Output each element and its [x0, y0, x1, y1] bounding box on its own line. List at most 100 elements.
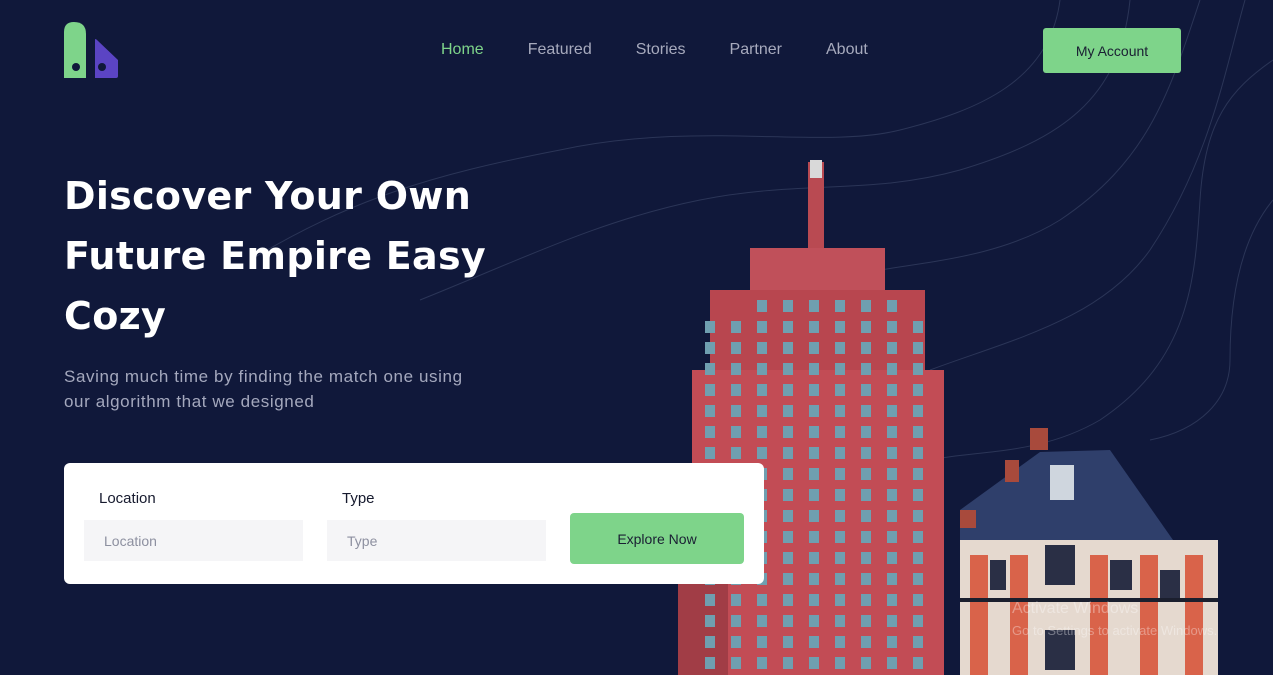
tower-window — [913, 531, 923, 543]
tower-window — [731, 384, 741, 396]
tower-window — [887, 447, 897, 459]
tower-window — [861, 636, 871, 648]
tower-window — [835, 384, 845, 396]
tower-window — [835, 363, 845, 375]
tower-window — [783, 405, 793, 417]
nav-partner[interactable]: Partner — [730, 40, 782, 60]
landing-page: Home Featured Stories Partner About My A… — [0, 0, 1273, 675]
tower-window — [809, 510, 819, 522]
hero-title: Discover Your Own Future Empire Easy Coz… — [64, 166, 524, 346]
my-account-button[interactable]: My Account — [1043, 28, 1181, 73]
nav-about[interactable]: About — [826, 40, 868, 60]
hero-title-line-1: Discover Your Own — [64, 174, 472, 218]
tower-window — [835, 573, 845, 585]
tower-window — [861, 594, 871, 606]
tower-window — [731, 636, 741, 648]
tower-window — [757, 636, 767, 648]
tower-window — [835, 636, 845, 648]
tower-window — [913, 657, 923, 669]
tower-window — [731, 594, 741, 606]
explore-now-button[interactable]: Explore Now — [570, 513, 744, 564]
tower-window — [783, 552, 793, 564]
tower-window — [705, 363, 715, 375]
tower-window — [861, 573, 871, 585]
tower-window — [783, 426, 793, 438]
tower-window — [861, 468, 871, 480]
tower-window — [705, 636, 715, 648]
tower-window — [809, 300, 819, 312]
tower-window — [809, 426, 819, 438]
main-nav: Home Featured Stories Partner About — [441, 40, 912, 60]
tower-window — [809, 384, 819, 396]
tower-window — [913, 426, 923, 438]
tower-window — [835, 510, 845, 522]
tower-window — [783, 615, 793, 627]
tower-window — [861, 300, 871, 312]
tower-window — [783, 300, 793, 312]
tower-window — [705, 657, 715, 669]
tower-window — [705, 447, 715, 459]
tower-window — [913, 363, 923, 375]
tower-window — [731, 363, 741, 375]
tower-window — [835, 615, 845, 627]
tower-window — [757, 657, 767, 669]
tower-window — [783, 573, 793, 585]
tower-window — [809, 447, 819, 459]
tower-window — [887, 405, 897, 417]
tower-window — [809, 531, 819, 543]
tower-window — [809, 636, 819, 648]
tower-window — [731, 615, 741, 627]
tower-window — [757, 300, 767, 312]
tower-window — [705, 594, 715, 606]
location-label: Location — [99, 490, 156, 507]
tower-window — [887, 468, 897, 480]
hero-subtitle-line-1: Saving much time by finding the match on… — [64, 367, 463, 386]
tower-window — [887, 489, 897, 501]
tower-window — [705, 405, 715, 417]
tower-window — [887, 594, 897, 606]
tower-window — [887, 300, 897, 312]
tower-window — [757, 426, 767, 438]
watermark-line-1: Activate Windows — [1012, 600, 1139, 617]
tower-window — [783, 489, 793, 501]
tower-window — [835, 594, 845, 606]
tower-window — [913, 636, 923, 648]
tower-window — [887, 363, 897, 375]
tower-window — [783, 510, 793, 522]
tower-window — [887, 657, 897, 669]
location-input[interactable] — [84, 520, 303, 561]
tower-window — [835, 300, 845, 312]
tower-window — [887, 615, 897, 627]
nav-featured[interactable]: Featured — [528, 40, 592, 60]
tower-window — [861, 552, 871, 564]
type-label: Type — [342, 490, 375, 507]
nav-home[interactable]: Home — [441, 40, 484, 60]
tower-window — [861, 531, 871, 543]
tower-window — [731, 447, 741, 459]
tower-window — [913, 510, 923, 522]
tower-window — [913, 552, 923, 564]
tower-window — [809, 573, 819, 585]
logo-icon[interactable] — [64, 22, 120, 80]
tower-window — [861, 363, 871, 375]
tower-window — [913, 594, 923, 606]
tower-window — [887, 342, 897, 354]
tower-window — [783, 342, 793, 354]
tower-window — [783, 447, 793, 459]
tower-window — [783, 321, 793, 333]
tower-window — [809, 363, 819, 375]
tower-window — [809, 489, 819, 501]
type-input[interactable] — [327, 520, 546, 561]
tower-window — [731, 405, 741, 417]
tower-window — [861, 615, 871, 627]
tower-window — [705, 384, 715, 396]
tower-window — [887, 510, 897, 522]
tower-window — [731, 342, 741, 354]
tower-window — [705, 342, 715, 354]
tower-window — [887, 636, 897, 648]
nav-stories[interactable]: Stories — [636, 40, 686, 60]
tower-window — [861, 447, 871, 459]
tower-window — [913, 342, 923, 354]
tower-window — [757, 342, 767, 354]
watermark-line-2: Go to Settings to activate Windows. — [1012, 623, 1218, 638]
